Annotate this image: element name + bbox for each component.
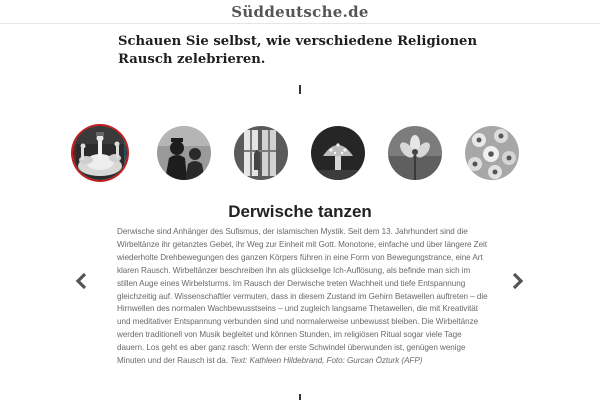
flower-photo	[388, 126, 442, 180]
next-slide-button[interactable]	[512, 272, 524, 290]
thumbnail-window-light[interactable]	[234, 126, 288, 180]
chevron-right-icon	[512, 272, 524, 290]
thumbnail-dervishes[interactable]	[73, 126, 127, 180]
masthead: Süddeutsche.de	[0, 0, 600, 24]
section-divider-bottom	[299, 394, 301, 400]
intro-text: Schauen Sie selbst, wie verschiedene Rel…	[118, 34, 478, 67]
mushroom-photo	[311, 126, 365, 180]
photo-credit: Text: Kathleen Hildebrand, Foto: Gurcan …	[230, 356, 423, 366]
slide-body-text: Derwische sind Anhänger des Sufismus, de…	[117, 227, 488, 366]
thumbnail-flower-pattern[interactable]	[465, 126, 519, 180]
thumbnail-mushroom[interactable]	[311, 126, 365, 180]
site-logo[interactable]: Süddeutsche.de	[231, 3, 369, 21]
dervishes-photo	[73, 126, 127, 180]
silhouettes-photo	[157, 126, 211, 180]
chevron-left-icon	[75, 272, 87, 290]
thumbnail-flower[interactable]	[388, 126, 442, 180]
previous-slide-button[interactable]	[75, 272, 87, 290]
thumbnail-silhouettes[interactable]	[157, 126, 211, 180]
section-divider-top	[299, 85, 301, 94]
window-light-photo	[234, 126, 288, 180]
slide-title: Derwische tanzen	[228, 202, 372, 221]
slide-description: Derwische sind Anhänger des Sufismus, de…	[117, 226, 488, 368]
flower-pattern-photo	[465, 126, 519, 180]
